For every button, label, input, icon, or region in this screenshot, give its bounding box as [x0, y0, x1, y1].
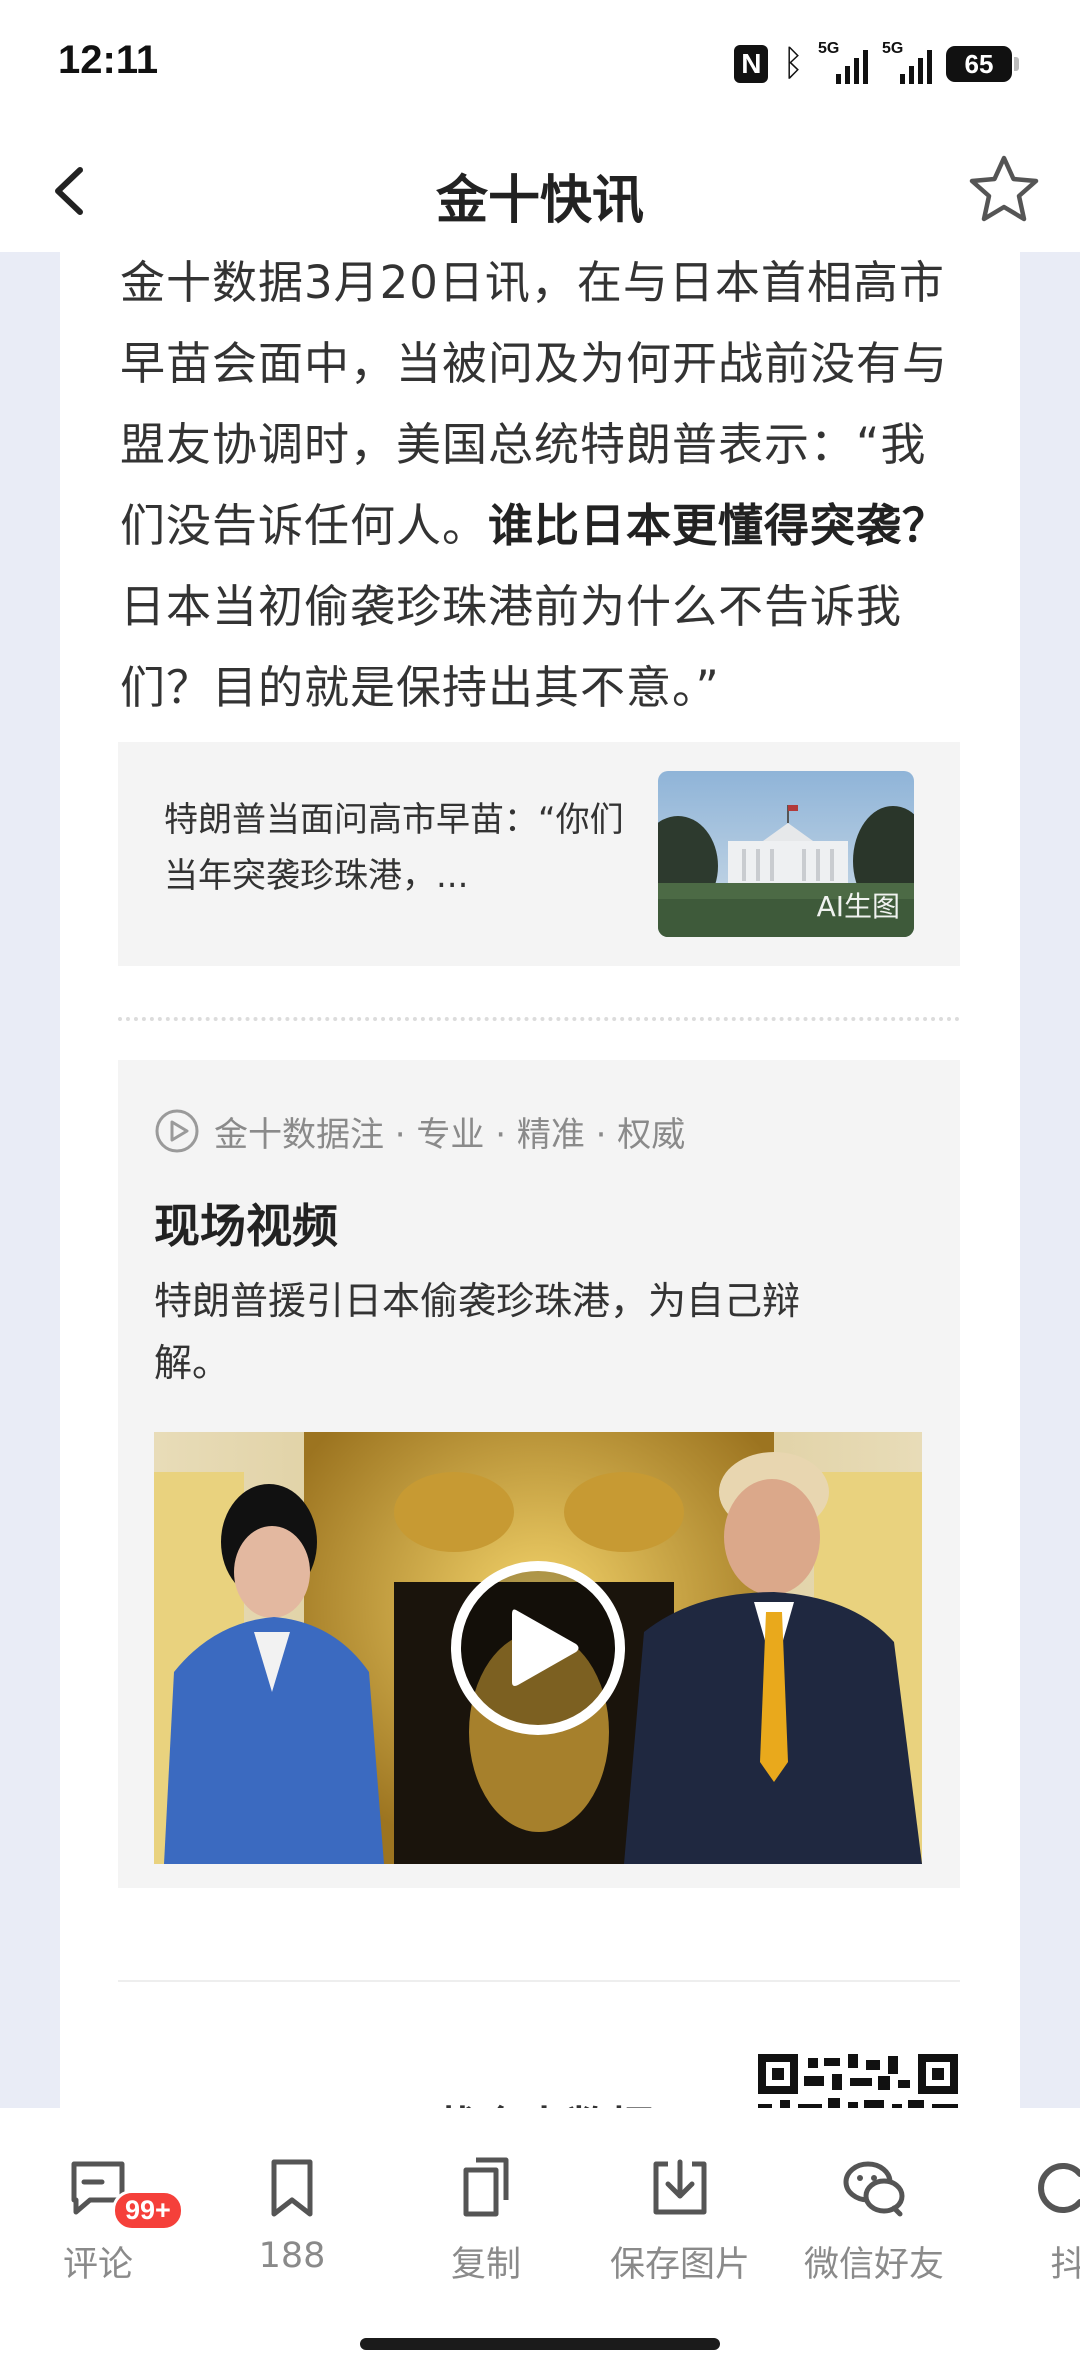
qr-code-image	[758, 2054, 958, 2112]
copy-button[interactable]: 复制	[406, 2156, 566, 2285]
wechat-share-label: 微信好友	[803, 2245, 944, 2285]
status-icons: N ᛒ 5G 5G 65	[734, 40, 1019, 86]
related-article-title: 特朗普当面问高市早苗：“你们当年突袭珍珠港，...	[164, 800, 624, 896]
comment-count-badge: 99+	[112, 2190, 184, 2231]
bluetooth-icon: ᛒ	[782, 43, 804, 84]
page-title: 金十快讯	[435, 171, 644, 231]
download-icon	[653, 2159, 707, 2215]
save-image-button[interactable]: 保存图片	[600, 2156, 760, 2285]
video-player[interactable]	[154, 1432, 922, 1864]
article-card: 金十数据3月20日讯，在与日本首相高市早苗会面中，当被问及为何开战前没有与盟友协…	[60, 252, 1020, 2112]
signal-icon: 5G	[818, 40, 868, 84]
video-description: 特朗普援引日本偷袭珍珠港，为自己辩解。	[154, 1279, 801, 1385]
dotted-divider	[118, 1017, 960, 1021]
bookmark-icon	[271, 2159, 313, 2217]
video-source-row: 金十数据注 · 专业 · 精准 · 权威	[154, 1106, 685, 1156]
nav-bar: 金十快讯	[0, 130, 1080, 252]
wechat-share-button[interactable]: 微信好友	[794, 2156, 954, 2285]
status-bar: 12:11 N ᛒ 5G 5G 65	[0, 0, 1080, 130]
bookmark-count: 188	[258, 2236, 326, 2276]
video-title: 现场视频	[154, 1199, 338, 1253]
nfc-icon: N	[734, 45, 769, 83]
signal-icon-2: 5G	[882, 40, 932, 84]
comment-button[interactable]: 评论 99+	[18, 2156, 184, 2285]
bottom-toolbar: 评论 99+ 188 复制 保存图片 微信好友 抖	[0, 2108, 1080, 2376]
video-source-text: 金十数据注 · 专业 · 精准 · 权威	[214, 1114, 686, 1155]
play-button-icon[interactable]	[448, 1558, 628, 1738]
save-image-label: 保存图片	[609, 2245, 750, 2285]
favorite-button[interactable]	[964, 150, 1044, 230]
douyin-share-label: 抖	[1050, 2245, 1080, 2285]
play-circle-icon	[155, 1109, 199, 1153]
article-text-2: 日本当初偷袭珍珠港前为什么不告诉我们？目的就是保持出其不意。”	[120, 580, 903, 714]
status-time: 12:11	[58, 38, 159, 82]
video-card: 金十数据注 · 专业 · 精准 · 权威 现场视频 特朗普援引日本偷袭珍珠港，为…	[118, 1060, 960, 1888]
article-body: 金十数据3月20日讯，在与日本首相高市早苗会面中，当被问及为何开战前没有与盟友协…	[120, 252, 960, 728]
wechat-icon	[843, 2161, 905, 2217]
bookmark-button[interactable]: 188	[212, 2156, 372, 2276]
related-article-thumbnail: AI生图	[658, 771, 914, 937]
home-indicator[interactable]	[360, 2338, 720, 2350]
star-icon	[969, 155, 1039, 222]
battery-icon: 65	[946, 46, 1019, 82]
douyin-icon	[1038, 2163, 1080, 2213]
copy-icon	[463, 2157, 509, 2217]
article-text-bold: 谁比日本更懂得突袭？	[488, 499, 949, 552]
ai-generated-tag: AI生图	[816, 890, 900, 923]
background-decoration-right	[1020, 252, 1080, 2112]
section-divider	[118, 1980, 960, 1982]
comment-label: 评论	[62, 2245, 133, 2285]
related-article-card[interactable]: 特朗普当面问高市早苗：“你们当年突袭珍珠港，... AI生图	[118, 742, 960, 966]
douyin-share-button[interactable]: 抖	[988, 2156, 1080, 2285]
background-decoration-left	[0, 252, 60, 2112]
copy-label: 复制	[450, 2245, 521, 2285]
